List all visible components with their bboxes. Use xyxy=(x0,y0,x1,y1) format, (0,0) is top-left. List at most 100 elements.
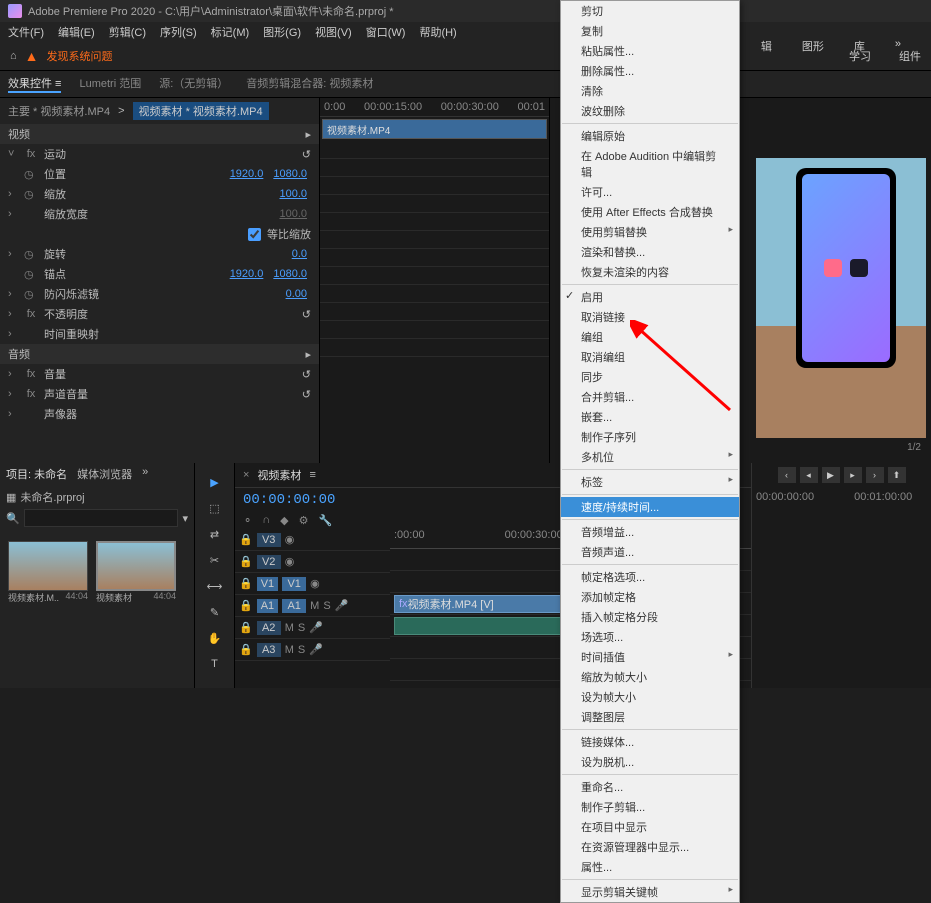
timeline-clip-video[interactable]: fx 视频素材.MP4 [V] xyxy=(394,595,574,613)
ripple-edit-tool[interactable]: ⇄ xyxy=(206,525,224,543)
context-menu-item[interactable]: 编组 xyxy=(561,327,739,347)
context-menu-item[interactable]: 标签▸ xyxy=(561,472,739,492)
tab-project[interactable]: 项目: 未命名 xyxy=(6,466,67,482)
context-menu-item[interactable]: 设为脱机... xyxy=(561,752,739,772)
eye-icon[interactable]: ◉ xyxy=(285,555,295,568)
ec-pos-y[interactable]: 1080.0 xyxy=(273,168,307,180)
ec-panner[interactable]: 声像器 xyxy=(44,406,311,422)
step-back-button[interactable]: ◂ xyxy=(800,467,818,483)
filter-icon[interactable]: ▾ xyxy=(182,512,188,525)
ec-anchor-y[interactable]: 1080.0 xyxy=(273,268,307,280)
workspace-overflow-icon[interactable]: » xyxy=(895,38,901,54)
context-menu-item[interactable]: 粘贴属性... xyxy=(561,41,739,61)
track-a2[interactable]: A2 xyxy=(257,621,281,635)
solo-button[interactable]: S xyxy=(298,622,305,634)
track-select-tool[interactable]: ⬚ xyxy=(206,499,224,517)
context-menu-item[interactable]: 音频增益... xyxy=(561,522,739,542)
context-menu-item[interactable]: 缩放为帧大小 xyxy=(561,667,739,687)
lock-icon[interactable]: 🔒 xyxy=(239,555,253,568)
context-menu-item[interactable]: 调整图层 xyxy=(561,707,739,727)
export-frame-button[interactable]: ⬆ xyxy=(888,467,906,483)
context-menu-item[interactable]: 同步 xyxy=(561,367,739,387)
ec-master-clip[interactable]: 主要 * 视频素材.MP4 xyxy=(8,103,110,119)
context-menu-item[interactable]: 设为帧大小 xyxy=(561,687,739,707)
reset-icon[interactable]: ↺ xyxy=(302,308,311,321)
context-menu-item[interactable]: 在项目中显示 xyxy=(561,817,739,837)
tab-media-browser[interactable]: 媒体浏览器 xyxy=(77,466,132,482)
context-menu-item[interactable]: 插入帧定格分段 xyxy=(561,607,739,627)
lock-icon[interactable]: 🔒 xyxy=(239,599,253,612)
eye-icon[interactable]: ◉ xyxy=(285,533,295,546)
tab-audio-clip-mixer[interactable]: 音频剪辑混合器: 视频素材 xyxy=(246,75,373,93)
settings-icon[interactable]: ⚙ xyxy=(299,514,309,527)
stopwatch-icon[interactable]: ◷ xyxy=(24,248,38,261)
right-ruler[interactable]: 00:00:00:00 00:01:00:00 00:02:00:00 xyxy=(752,487,931,507)
voice-icon[interactable]: 🎤 xyxy=(335,599,349,612)
ec-sequence-clip[interactable]: 视频素材 * 视频素材.MP4 xyxy=(133,102,269,120)
context-menu-item[interactable]: 在资源管理器中显示... xyxy=(561,837,739,857)
context-menu-item[interactable]: 波纹删除 xyxy=(561,101,739,121)
eye-icon[interactable]: ◉ xyxy=(310,577,320,590)
bin-icon[interactable]: ▦ xyxy=(6,491,16,504)
linked-selection-icon[interactable]: ∩ xyxy=(262,514,270,527)
timeline-clip-audio[interactable] xyxy=(394,617,574,635)
context-menu-item[interactable]: 添加帧定格 xyxy=(561,587,739,607)
tab-lumetri-scopes[interactable]: Lumetri 范围 xyxy=(79,75,141,93)
workspace-assembly[interactable]: 组件 xyxy=(899,48,921,64)
ec-uniform-scale-checkbox[interactable] xyxy=(248,228,261,241)
context-menu-item[interactable]: 帧定格选项... xyxy=(561,567,739,587)
context-menu-item[interactable]: 剪切 xyxy=(561,1,739,21)
context-menu-item[interactable]: 显示剪辑关键帧▸ xyxy=(561,882,739,902)
pen-tool[interactable]: ✎ xyxy=(206,603,224,621)
fx-badge[interactable]: fx xyxy=(24,148,38,160)
hand-tool[interactable]: ✋ xyxy=(206,629,224,647)
stopwatch-icon[interactable]: ◷ xyxy=(24,188,38,201)
razor-tool[interactable]: ✂ xyxy=(206,551,224,569)
context-menu-item[interactable]: 制作子剪辑... xyxy=(561,797,739,817)
overflow-icon[interactable]: » xyxy=(142,466,148,482)
context-menu-item[interactable]: 渲染和替换... xyxy=(561,242,739,262)
reset-icon[interactable]: ↺ xyxy=(302,148,311,161)
selection-tool[interactable]: ▶ xyxy=(206,473,224,491)
menu-file[interactable]: 文件(F) xyxy=(8,24,44,40)
stopwatch-icon[interactable]: ◷ xyxy=(24,288,38,301)
ec-rotation-val[interactable]: 0.0 xyxy=(292,248,307,260)
context-menu-item[interactable]: 使用剪辑替换▸ xyxy=(561,222,739,242)
workspace-library[interactable]: 库 xyxy=(854,38,865,54)
menu-sequence[interactable]: 序列(S) xyxy=(160,24,197,40)
preview-zoom[interactable]: 1/2 xyxy=(907,442,921,453)
tab-effect-controls[interactable]: 效果控件 ≡ xyxy=(8,75,61,93)
video-preview[interactable] xyxy=(756,158,926,438)
step-forward-button[interactable]: ▸ xyxy=(844,467,862,483)
context-menu-item[interactable]: 取消链接 xyxy=(561,307,739,327)
ec-motion[interactable]: 运动 xyxy=(44,146,296,162)
fx-badge[interactable]: fx xyxy=(24,308,38,320)
type-tool[interactable]: T xyxy=(206,655,224,673)
project-search-input[interactable] xyxy=(24,509,179,527)
context-menu-item[interactable]: 速度/持续时间... xyxy=(561,497,739,517)
track-v1[interactable]: V1 xyxy=(282,577,306,591)
voice-icon[interactable]: 🎤 xyxy=(309,621,323,634)
mark-out-button[interactable]: › xyxy=(866,467,884,483)
ec-volume[interactable]: 音量 xyxy=(44,366,296,382)
context-menu-item[interactable]: 合并剪辑... xyxy=(561,387,739,407)
menu-marker[interactable]: 标记(M) xyxy=(211,24,250,40)
context-menu-item[interactable]: 使用 After Effects 合成替换 xyxy=(561,202,739,222)
ec-chanvol[interactable]: 声道音量 xyxy=(44,386,296,402)
stopwatch-icon[interactable]: ◷ xyxy=(24,268,38,281)
mute-button[interactable]: M xyxy=(285,644,294,656)
context-menu-item[interactable]: 嵌套... xyxy=(561,407,739,427)
ec-opacity[interactable]: 不透明度 xyxy=(44,306,296,322)
context-menu-item[interactable]: 多机位▸ xyxy=(561,447,739,467)
solo-button[interactable]: S xyxy=(298,644,305,656)
ec-pos-x[interactable]: 1920.0 xyxy=(230,168,264,180)
ec-ruler[interactable]: 0:00 00:00:15:00 00:00:30:00 00:01 xyxy=(320,98,549,117)
context-menu-item[interactable]: 取消编组 xyxy=(561,347,739,367)
context-menu-item[interactable]: 许可... xyxy=(561,182,739,202)
lock-icon[interactable]: 🔒 xyxy=(239,533,253,546)
context-menu-item[interactable]: 音频声道... xyxy=(561,542,739,562)
context-menu-item[interactable]: 启用✓ xyxy=(561,287,739,307)
mark-in-button[interactable]: ‹ xyxy=(778,467,796,483)
home-icon[interactable]: ⌂ xyxy=(10,50,17,62)
context-menu-item[interactable]: 场选项... xyxy=(561,627,739,647)
